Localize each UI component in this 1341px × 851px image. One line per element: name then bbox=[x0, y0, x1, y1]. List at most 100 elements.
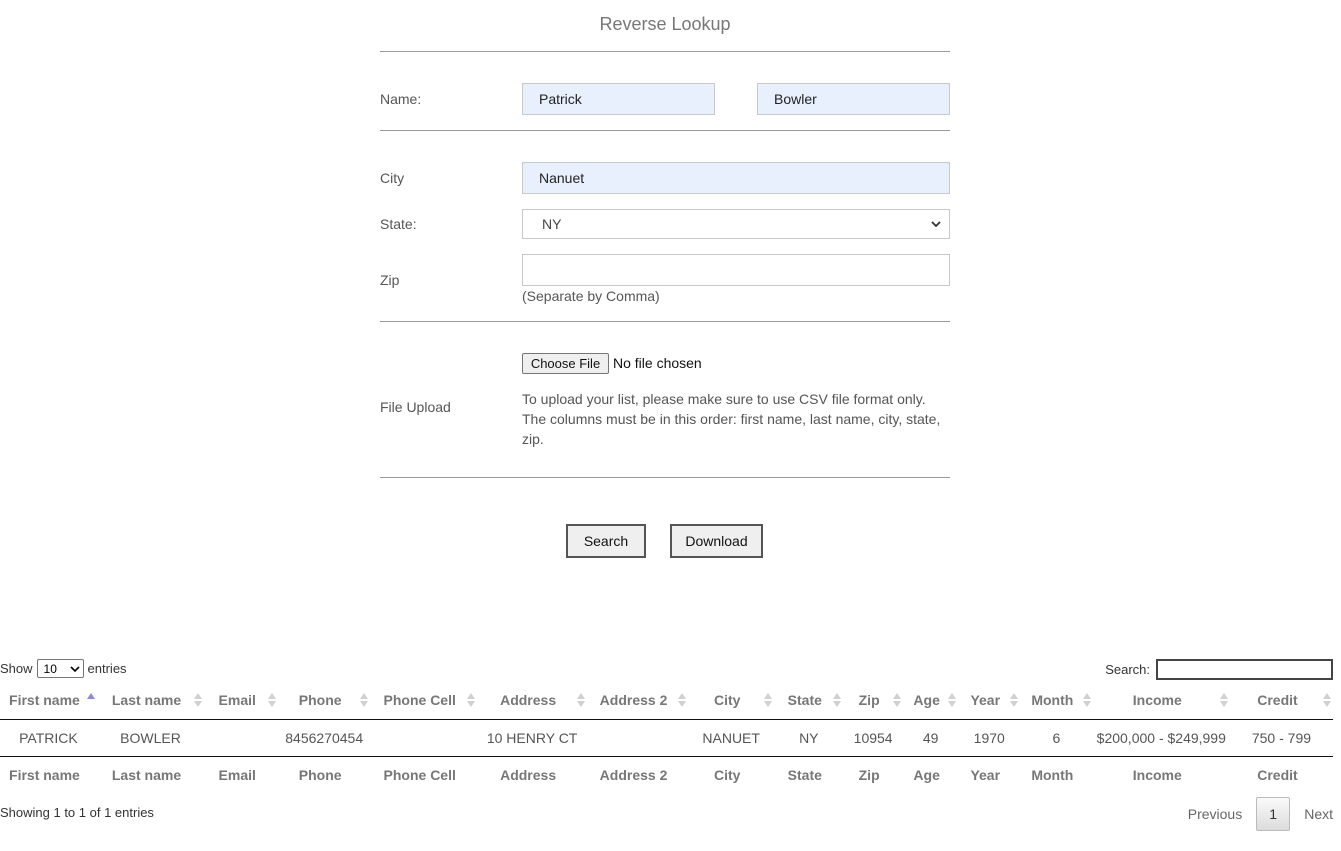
column-header[interactable]: Month bbox=[1020, 681, 1093, 720]
chevron-down-icon bbox=[69, 666, 80, 673]
zip-label: Zip bbox=[380, 272, 400, 288]
column-header[interactable]: Credit bbox=[1229, 681, 1333, 720]
sort-icon bbox=[268, 693, 277, 707]
column-header[interactable]: Zip bbox=[843, 681, 903, 720]
table-cell: 10 HENRY CT bbox=[486, 729, 578, 746]
column-header[interactable]: Last name bbox=[96, 681, 205, 720]
column-header-label: Income bbox=[1132, 691, 1182, 708]
sort-icon bbox=[1082, 693, 1091, 707]
table-cell: 49 bbox=[922, 729, 939, 746]
column-header-label: Address 2 bbox=[599, 691, 668, 708]
sort-icon bbox=[1010, 693, 1019, 707]
column-footer: Address bbox=[477, 755, 587, 794]
sort-icon bbox=[360, 693, 369, 707]
table-footer-row: First name Last name Email Phone Phone Cell A… bbox=[0, 755, 1333, 794]
table-cell: 10954 bbox=[853, 729, 893, 746]
entries-length-control: Show 10 entries bbox=[0, 659, 127, 678]
column-header[interactable]: Phone bbox=[278, 681, 371, 720]
last-name-input[interactable] bbox=[757, 83, 950, 115]
download-button[interactable]: Download bbox=[670, 524, 763, 558]
city-input[interactable] bbox=[522, 162, 950, 194]
entries-select[interactable]: 10 bbox=[36, 659, 84, 678]
column-footer: State bbox=[774, 755, 844, 794]
column-footer: Credit bbox=[1229, 755, 1333, 794]
column-header[interactable]: Phone Cell bbox=[370, 681, 478, 720]
table-cell: 1970 bbox=[973, 729, 1005, 746]
column-footer: Phone bbox=[278, 755, 371, 794]
sort-icon bbox=[764, 693, 773, 707]
length-suffix: entries bbox=[87, 661, 127, 676]
current-page-button[interactable]: 1 bbox=[1256, 797, 1291, 831]
file-upload-label: File Upload bbox=[380, 399, 451, 415]
table-cell: NY bbox=[799, 729, 819, 746]
table-cell: 750 - 799 bbox=[1251, 729, 1312, 746]
column-footer: Year bbox=[958, 755, 1021, 794]
next-page-button[interactable]: Next bbox=[1290, 806, 1333, 822]
column-header-label: Phone bbox=[298, 691, 342, 708]
previous-page-button[interactable]: Previous bbox=[1174, 806, 1256, 822]
table-filter: Search: bbox=[1105, 659, 1333, 680]
column-header-label: Last name bbox=[111, 691, 182, 708]
column-header[interactable]: First name bbox=[0, 681, 97, 720]
table-search-input[interactable] bbox=[1156, 659, 1333, 680]
column-header-label: Month bbox=[1031, 691, 1074, 708]
table-search-label: Search: bbox=[1105, 662, 1150, 677]
column-header-label: Year bbox=[970, 691, 1001, 708]
results-table: First name Last name Email Phone Phone Cell A… bbox=[0, 681, 1333, 794]
column-header[interactable]: Year bbox=[958, 681, 1021, 720]
length-prefix: Show bbox=[0, 661, 33, 676]
zip-input[interactable] bbox=[522, 254, 950, 286]
column-header-label: Age bbox=[913, 691, 940, 708]
divider bbox=[380, 130, 950, 131]
table-cell: BOWLER bbox=[120, 729, 181, 746]
column-footer: Age bbox=[902, 755, 959, 794]
upload-note: To upload your list, please make sure to… bbox=[522, 391, 941, 447]
search-button[interactable]: Search bbox=[566, 524, 646, 558]
column-header-label: First name bbox=[9, 691, 80, 708]
first-name-input[interactable] bbox=[522, 83, 715, 115]
column-header[interactable]: Email bbox=[204, 681, 279, 720]
sort-icon bbox=[1323, 693, 1331, 707]
entries-select-value: 10 bbox=[43, 661, 57, 676]
sort-icon bbox=[86, 693, 95, 699]
column-header-label: City bbox=[713, 691, 741, 708]
column-header[interactable]: State bbox=[774, 681, 844, 720]
state-select[interactable]: NY bbox=[522, 209, 950, 239]
column-header-label: Phone Cell bbox=[383, 691, 456, 708]
column-header-label: State bbox=[787, 691, 822, 708]
column-footer: Income bbox=[1092, 755, 1230, 794]
column-footer: Month bbox=[1020, 755, 1093, 794]
divider bbox=[380, 321, 950, 322]
sort-icon bbox=[576, 693, 585, 707]
table-cell bbox=[587, 719, 688, 756]
table-cell: 8456270454 bbox=[285, 729, 364, 746]
column-header-label: Address bbox=[500, 691, 557, 708]
table-cell: NANUET bbox=[702, 729, 760, 746]
table-cell: $200,000 - $249,999 bbox=[1096, 729, 1226, 746]
column-header-label: Zip bbox=[858, 691, 880, 708]
column-footer: Address 2 bbox=[586, 755, 689, 794]
state-select-value: NY bbox=[542, 216, 562, 232]
column-footer: Email bbox=[204, 755, 279, 794]
table-info: Showing 1 to 1 of 1 entries bbox=[0, 805, 154, 820]
sort-icon bbox=[1219, 693, 1228, 707]
table-cell: PATRICK bbox=[19, 729, 78, 746]
chevron-down-icon bbox=[931, 221, 941, 228]
divider bbox=[380, 477, 950, 478]
sort-icon bbox=[948, 693, 957, 707]
choose-file-button[interactable]: Choose File bbox=[522, 353, 609, 374]
column-header[interactable]: City bbox=[688, 681, 775, 720]
column-header[interactable]: Age bbox=[902, 681, 959, 720]
column-footer: Zip bbox=[843, 755, 903, 794]
column-header[interactable]: Address bbox=[477, 681, 587, 720]
column-header[interactable]: Address 2 bbox=[586, 681, 689, 720]
table-header-row: First name Last name Email Phone Phone Cell A… bbox=[0, 681, 1333, 720]
column-header[interactable]: Income bbox=[1092, 681, 1230, 720]
column-header-label: Email bbox=[218, 691, 256, 708]
sort-icon bbox=[833, 693, 842, 707]
column-footer: City bbox=[688, 755, 775, 794]
column-footer: First name bbox=[0, 755, 97, 794]
sort-icon bbox=[194, 693, 203, 707]
table-row[interactable]: PATRICK BOWLER 8456270454 10 HENRY CT NANUET… bbox=[0, 719, 1333, 756]
sort-icon bbox=[678, 693, 687, 707]
